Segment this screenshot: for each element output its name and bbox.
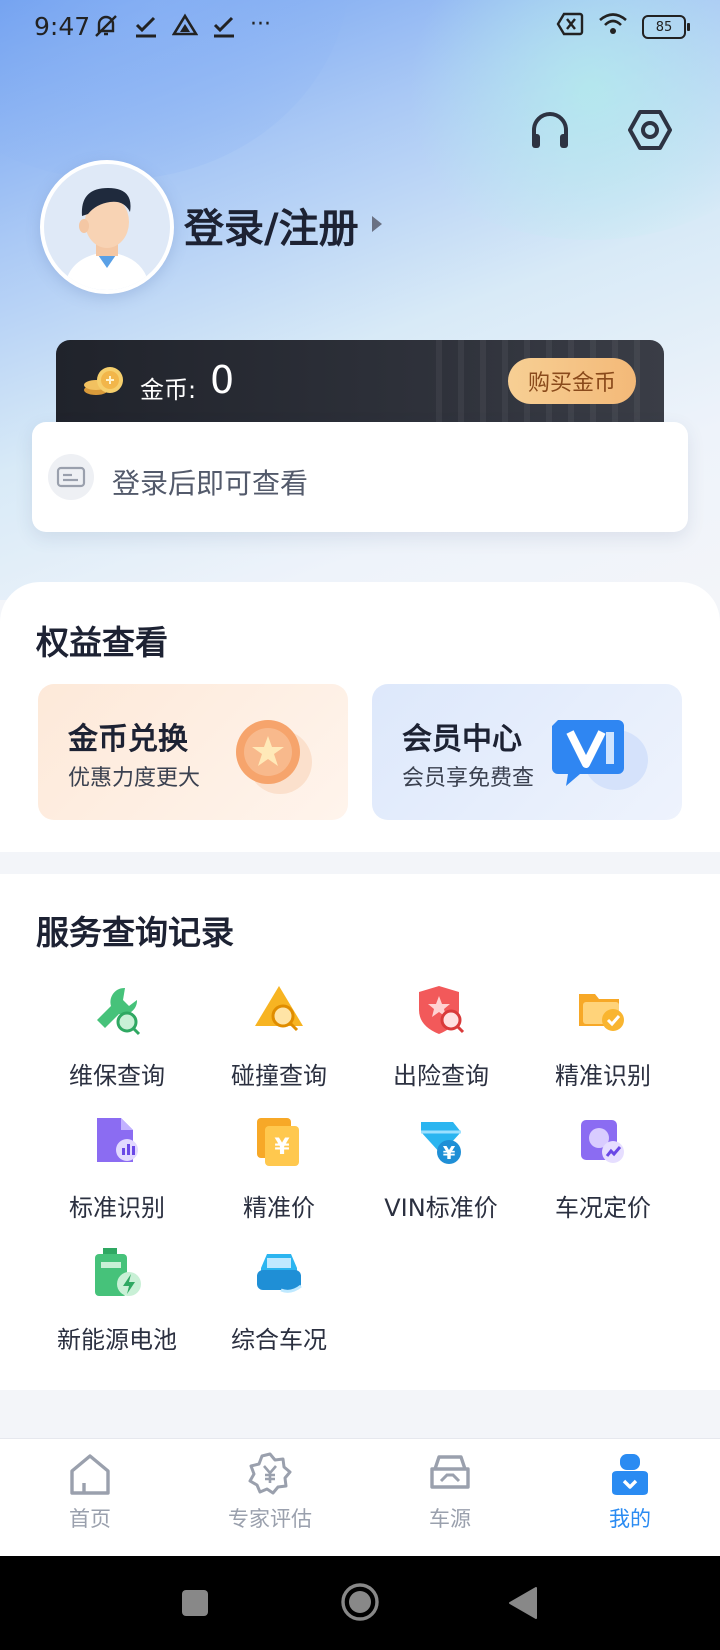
tab-label: 车源 [429,1507,471,1531]
member-center-title: 会员中心 [402,722,522,757]
service-label: 出险查询 [393,1062,489,1090]
service-car-condition[interactable]: 综合车况 [198,1246,360,1355]
system-navigation-bar [0,1556,720,1650]
wrench-search-icon [89,982,145,1038]
wifi-icon [598,12,628,42]
login-prompt-text: 登录后即可查看 [112,467,309,500]
service-label: 综合车况 [231,1326,327,1354]
rights-section: 权益查看 金币兑换 优惠力度更大 会员中心 会员享免费查 [0,582,720,852]
service-label: 维保查询 [69,1062,165,1090]
coin-exchange-subtitle: 优惠力度更大 [68,766,201,791]
tab-label: 专家评估 [228,1507,312,1531]
service-label: 标准识别 [69,1194,165,1222]
check-icon-2 [212,12,236,46]
tab-car-source[interactable]: 车源 [380,1451,520,1533]
member-center-subtitle: 会员享免费查 [402,766,535,791]
recent-apps-button[interactable] [182,1590,208,1616]
services-title: 服务查询记录 [36,913,234,952]
coin-exchange-card[interactable]: 金币兑换 优惠力度更大 [38,684,348,820]
login-register-link[interactable]: 登录/注册 [184,196,359,254]
service-precise-price[interactable]: ¥ 精准价 [198,1114,360,1223]
bottom-tab-bar: 首页 专家评估 车源 我的 [0,1438,720,1557]
service-condition-price[interactable]: 车况定价 [522,1114,684,1223]
notification-icons: ··· [92,12,271,46]
standard-recognition-icon [89,1114,145,1170]
avatar[interactable] [40,160,174,294]
check-icon [134,12,158,46]
member-center-card[interactable]: 会员中心 会员享免费查 [372,684,682,820]
svg-text:¥: ¥ [443,1143,456,1164]
service-precise-recognition[interactable]: 精准识别 [522,982,684,1091]
service-label: 新能源电池 [57,1326,177,1354]
service-collision[interactable]: 碰撞查询 [198,982,360,1091]
status-bar: 9:47 ··· 85 [0,0,720,54]
home-button[interactable] [340,1582,380,1622]
tab-expert-evaluation[interactable]: 专家评估 [200,1451,340,1533]
coin-label: 金币: [140,376,197,404]
coin-balance: 0 [210,358,235,402]
service-label: 碰撞查询 [231,1062,327,1090]
vin-price-icon: ¥ [413,1114,469,1170]
battery-icon [89,1246,145,1302]
condition-price-icon [575,1114,631,1170]
settings-icon[interactable] [626,106,674,154]
more-notifications: ··· [250,12,271,37]
coin-stack-icon [82,364,126,404]
home-icon [67,1451,113,1497]
service-insurance[interactable]: 出险查询 [360,982,522,1091]
tab-profile[interactable]: 我的 [560,1451,700,1533]
tab-label: 首页 [69,1507,111,1531]
rights-title: 权益查看 [36,623,168,662]
car-condition-icon [251,1246,307,1302]
tab-label: 我的 [609,1507,651,1531]
back-button[interactable] [508,1586,538,1620]
svg-text:¥: ¥ [274,1135,290,1160]
service-label: 精准识别 [555,1062,651,1090]
vip-badge-icon [552,714,652,804]
service-label: 精准价 [243,1194,315,1222]
coin-bar: 金币: 0 购买金币 [56,340,664,432]
tab-home[interactable]: 首页 [20,1451,160,1533]
service-label: 车况定价 [555,1194,651,1222]
collision-search-icon [251,982,307,1038]
chevron-right-icon [372,216,382,232]
precise-price-icon: ¥ [251,1114,307,1170]
id-card-icon [48,454,94,500]
service-standard-recognition[interactable]: 标准识别 [36,1114,198,1223]
drive-icon [171,12,199,46]
login-prompt-card[interactable]: 登录后即可查看 [32,422,688,532]
service-maintenance[interactable]: 维保查询 [36,982,198,1091]
customer-service-icon[interactable] [526,106,574,154]
coin-exchange-title: 金币兑换 [68,722,188,757]
buy-coins-button[interactable]: 购买金币 [508,358,636,404]
battery-icon: 85 [642,15,690,39]
mute-icon [92,12,120,46]
service-vin-price[interactable]: ¥ VIN标准价 [360,1114,522,1223]
status-time: 9:47 [34,12,91,41]
star-coin-icon [228,714,318,808]
service-label: VIN标准价 [384,1194,498,1222]
car-source-icon [427,1451,473,1497]
sim-off-icon [556,12,584,42]
insurance-search-icon [413,982,469,1038]
service-ev-battery[interactable]: 新能源电池 [36,1246,198,1355]
service-records-section: 服务查询记录 维保查询 碰撞查询 出险查询 精准识别 标准识别 ¥ 精准价 ¥ … [0,874,720,1390]
profile-icon [607,1451,653,1497]
precise-recognition-icon [575,982,631,1038]
system-icons: 85 [556,12,690,42]
expert-evaluation-icon [247,1451,293,1497]
